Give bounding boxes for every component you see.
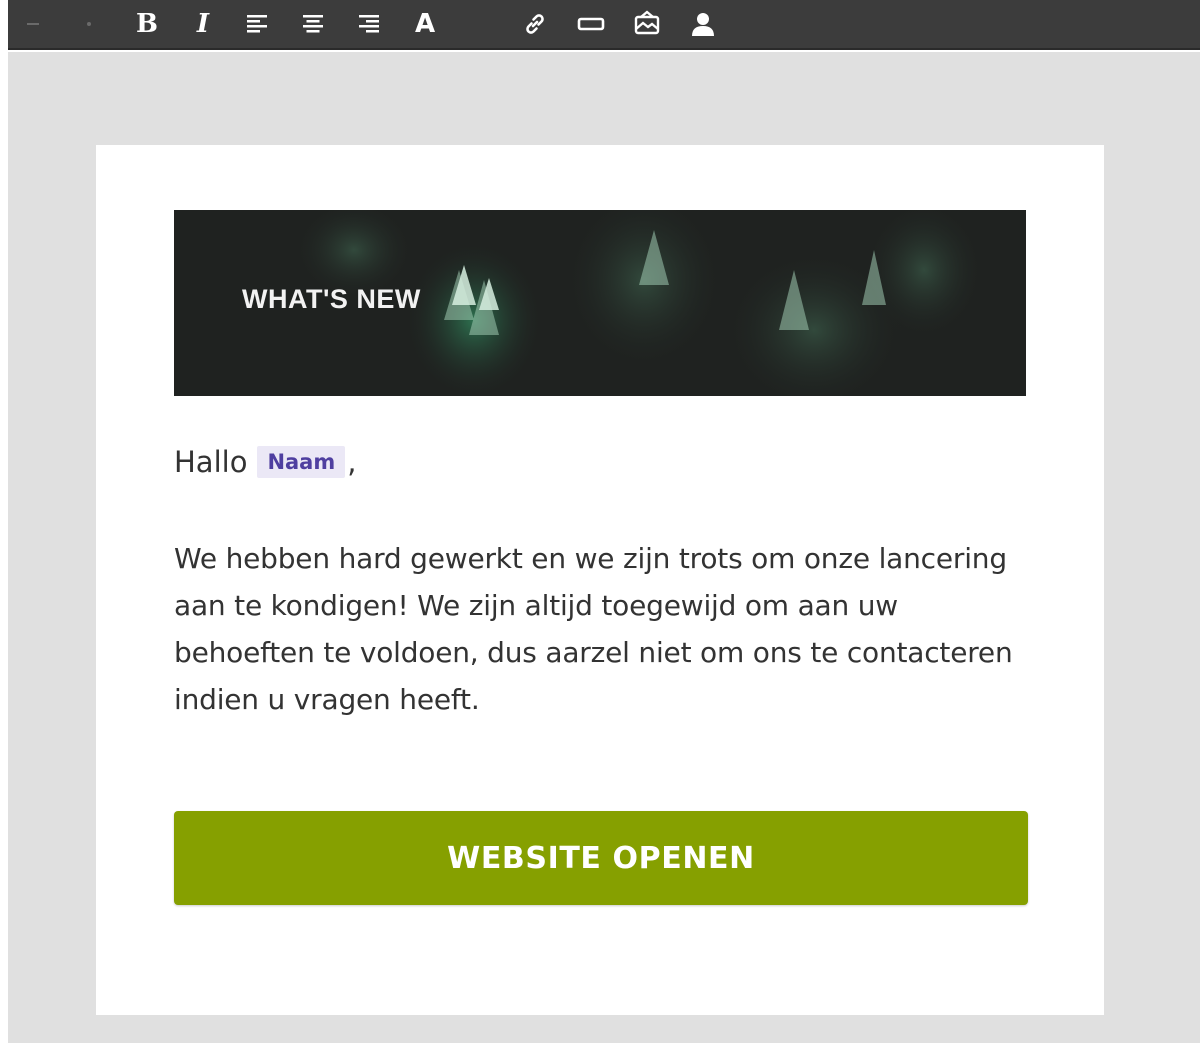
align-left-icon <box>247 15 267 33</box>
insert-button-button[interactable] <box>574 6 608 42</box>
open-website-button[interactable]: WEBSITE OPENEN <box>174 811 1028 905</box>
link-button[interactable] <box>518 6 552 42</box>
align-right-button[interactable] <box>352 6 386 42</box>
font-color-button[interactable]: A <box>408 6 442 42</box>
italic-button[interactable]: I <box>186 6 220 42</box>
align-right-icon <box>359 15 379 33</box>
image-insert-icon <box>634 10 660 35</box>
personalization-button[interactable] <box>686 6 720 42</box>
name-merge-tag[interactable]: Naam <box>257 446 346 478</box>
body-paragraph[interactable]: We hebben hard gewerkt en we zijn trots … <box>174 535 1024 723</box>
redo-icon <box>87 22 91 26</box>
link-icon <box>526 14 544 34</box>
banner-title: WHAT'S NEW <box>242 284 421 314</box>
email-body: WHAT'S NEW Hallo Naam , We hebben hard g… <box>96 145 1104 1015</box>
align-center-icon <box>303 15 323 33</box>
editor-toolbar: B I A <box>8 0 1200 50</box>
redo-button[interactable] <box>72 6 106 42</box>
undo-icon <box>27 23 39 25</box>
personalization-icon <box>692 13 714 36</box>
button-insert-icon <box>577 17 605 31</box>
email-editor: B I A WHAT'S NEW Hallo Naam , We hebben … <box>0 0 1200 1043</box>
undo-button[interactable] <box>16 6 50 42</box>
insert-image-button[interactable] <box>630 6 664 42</box>
editor-canvas: WHAT'S NEW Hallo Naam , We hebben hard g… <box>8 52 1200 1043</box>
greeting-text: Hallo <box>174 445 248 479</box>
bold-button[interactable]: B <box>130 6 164 42</box>
header-banner-image[interactable]: WHAT'S NEW <box>174 210 1026 396</box>
italic-icon: I <box>196 9 210 39</box>
bold-icon: B <box>136 9 158 39</box>
greeting-punctuation: , <box>347 445 357 479</box>
align-left-button[interactable] <box>240 6 274 42</box>
font-color-icon: A <box>414 9 436 39</box>
align-center-button[interactable] <box>296 6 330 42</box>
greeting-line: Hallo Naam , <box>174 445 356 479</box>
